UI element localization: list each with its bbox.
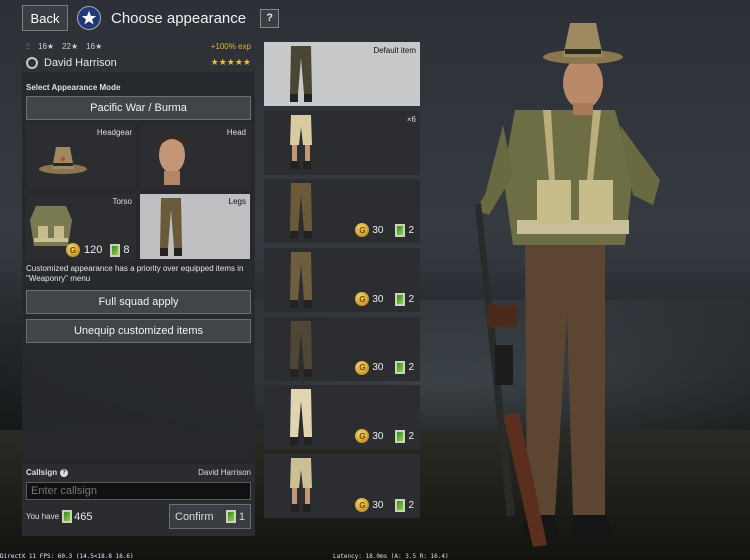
item-card[interactable]: ×6 — [264, 110, 420, 175]
legs-icon — [160, 198, 182, 256]
stat-a: 16★ — [38, 42, 55, 51]
shorts-icon — [290, 114, 312, 169]
headgear-icon — [39, 147, 87, 174]
appearance-mode-label: Select Appearance Mode — [26, 83, 121, 92]
squad-icon: ⫶⫶ — [26, 41, 30, 51]
soldier-stars: ★★★★★ — [210, 57, 251, 67]
you-have-label: You have — [26, 512, 60, 521]
item-price: G 30 2 — [355, 292, 414, 307]
fps-readout: DirectX 11 FPS: 60.3 (14.5<18.8 16.6) — [0, 553, 134, 560]
item-card[interactable]: G 30 2 — [264, 179, 420, 244]
callsign-input[interactable] — [26, 482, 251, 500]
ticket-icon — [395, 429, 406, 443]
slot-label: Headgear — [96, 128, 132, 137]
ticket-icon — [110, 243, 121, 257]
full-squad-apply-button[interactable]: Full squad apply — [26, 290, 251, 314]
callsign-current-name: David Harrison — [198, 468, 251, 477]
soldier-name: David Harrison — [44, 56, 117, 69]
unequip-customized-button[interactable]: Unequip customized items — [26, 319, 251, 343]
back-button[interactable]: Back — [22, 5, 68, 31]
slot-torso[interactable]: Torso G 120 8 — [26, 194, 136, 259]
torso-price: G 120 8 — [66, 243, 129, 257]
soldier-stats: ⫶⫶ 16★ 22★ 16★ +100% exp — [26, 40, 251, 53]
gold-coin-icon: G — [355, 360, 370, 375]
trousers-icon — [290, 320, 312, 377]
item-tag: ×6 — [406, 114, 416, 124]
trousers-icon — [290, 183, 312, 240]
item-card[interactable]: G 30 2 — [264, 248, 420, 313]
callsign-header: Callsign ? David Harrison — [22, 464, 255, 477]
top-bar: Back Choose appearance ? — [22, 5, 280, 31]
trousers-icon — [290, 389, 312, 446]
item-price: G 30 2 — [355, 223, 414, 238]
you-have-value: 465 — [74, 510, 93, 523]
item-card[interactable]: Default item — [264, 42, 420, 106]
callsign-label: Callsign ? — [26, 468, 69, 477]
item-card[interactable]: G 30 2 — [264, 454, 420, 519]
stat-b: 22★ — [62, 42, 79, 51]
callsign-section: Callsign ? David Harrison You have 465 C… — [22, 464, 255, 536]
slot-headgear[interactable]: Headgear — [26, 125, 136, 190]
legs-item-list: Default item ×6 G 30 2 G 30 2 G 30 2 G 30 2 G 30 2 — [264, 42, 420, 523]
ticket-icon — [395, 223, 406, 237]
gold-coin-icon: G — [355, 223, 370, 238]
confirm-button[interactable]: Confirm 1 — [169, 504, 251, 529]
trousers-icon — [290, 252, 312, 309]
item-card[interactable]: G 30 2 — [264, 316, 420, 381]
slot-legs[interactable]: Legs — [140, 194, 250, 259]
item-price: G 30 2 — [355, 429, 414, 444]
soldier-info: ⫶⫶ 16★ 22★ 16★ +100% exp David Harrison … — [22, 38, 255, 72]
callsign-footer: You have 465 Confirm 1 — [26, 504, 251, 529]
ticket-icon — [395, 361, 406, 375]
gold-coin-icon: G — [355, 429, 370, 444]
page-title: Choose appearance — [111, 9, 247, 27]
appearance-mode-select[interactable]: Pacific War / Burma — [26, 96, 251, 120]
gold-coin-icon: G — [355, 292, 370, 307]
rank-icon — [26, 56, 38, 69]
trousers-icon — [290, 46, 312, 102]
head-icon — [159, 134, 185, 185]
ticket-icon — [395, 292, 406, 306]
slot-head[interactable]: Head — [140, 125, 250, 190]
help-button[interactable]: ? — [260, 8, 280, 28]
appearance-slots: Headgear Head Torso G 120 8 Legs — [26, 125, 251, 259]
left-panel: ⫶⫶ 16★ 22★ 16★ +100% exp David Harrison … — [22, 38, 255, 536]
item-price: G 30 2 — [355, 360, 414, 375]
item-price: G 30 2 — [355, 498, 414, 513]
slot-label: Legs — [228, 197, 246, 206]
slot-label: Head — [226, 128, 246, 137]
exp-bonus: +100% exp — [210, 42, 251, 51]
item-tag: Default item — [373, 46, 416, 55]
shorts-icon — [290, 458, 312, 513]
stat-c: 16★ — [86, 42, 103, 51]
slot-label: Torso — [112, 197, 132, 206]
soldier-model — [475, 23, 660, 547]
ticket-icon — [395, 498, 406, 512]
ticket-icon — [225, 510, 236, 523]
latency-readout: Latency: 18.0ms (A: 3.5 R: 16.4) — [333, 553, 449, 560]
soldier-name-row: David Harrison ★★★★★ — [26, 54, 251, 71]
army-star-icon — [77, 6, 101, 30]
gold-coin-icon: G — [66, 243, 80, 257]
gold-coin-icon: G — [355, 498, 370, 513]
ticket-icon — [62, 510, 73, 523]
callsign-help-icon[interactable]: ? — [60, 468, 69, 477]
priority-note: Customized appearance has a priority ove… — [26, 264, 244, 283]
item-card[interactable]: G 30 2 — [264, 385, 420, 450]
